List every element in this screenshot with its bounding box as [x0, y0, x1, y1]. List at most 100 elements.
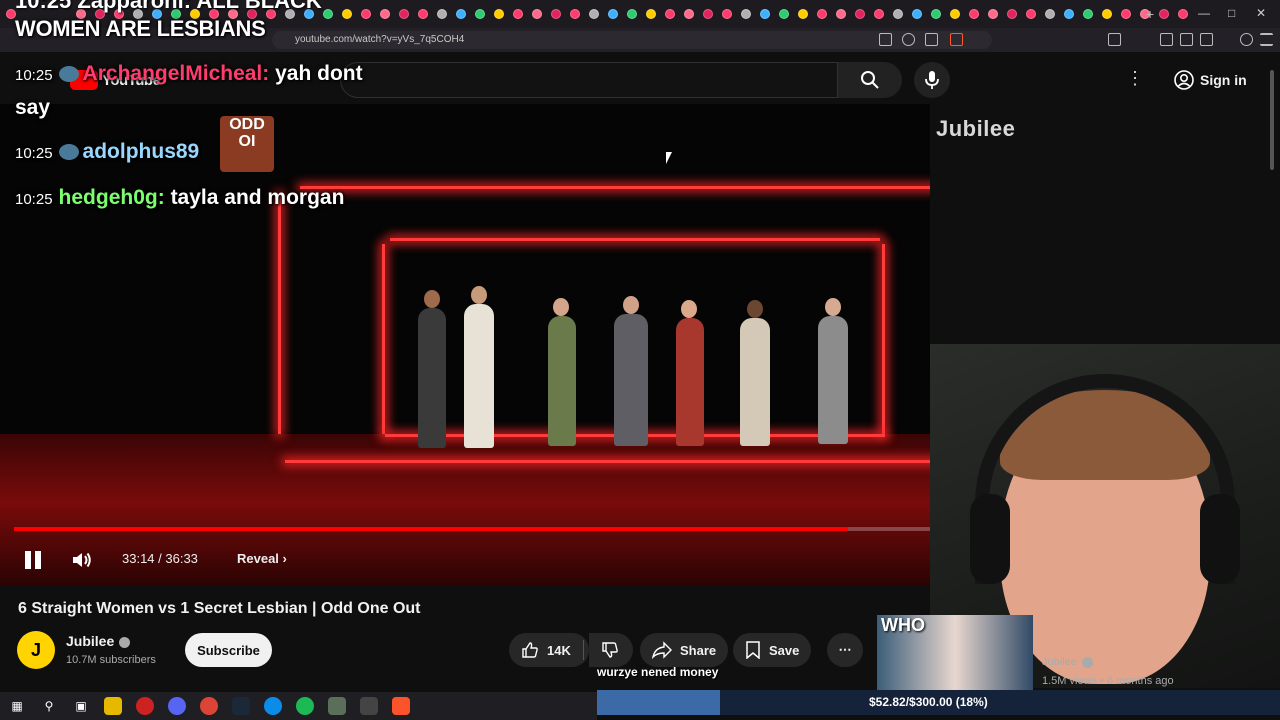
zoom-icon[interactable] [902, 33, 915, 46]
menu-icon[interactable] [1260, 33, 1273, 46]
video-player[interactable] [0, 104, 930, 586]
browser-tab[interactable] [380, 9, 390, 19]
browser-tab[interactable] [551, 9, 561, 19]
search-button[interactable] [838, 62, 902, 98]
browser-tab[interactable] [1178, 9, 1188, 19]
brave-shields-icon[interactable] [950, 33, 963, 46]
browser-tab[interactable] [1159, 9, 1169, 19]
browser-tab[interactable] [475, 9, 485, 19]
wallet-icon[interactable] [1200, 33, 1213, 46]
windows-start-icon[interactable]: ▦ [8, 697, 26, 715]
like-button[interactable]: 14K [509, 633, 589, 667]
browser-tab[interactable] [1064, 9, 1074, 19]
chat-line-title: WOMEN ARE LESBIANS [15, 16, 266, 41]
browser-tab[interactable] [1007, 9, 1017, 19]
browser-tab[interactable] [836, 9, 846, 19]
dislike-button[interactable] [589, 633, 633, 667]
browser-tab[interactable] [912, 9, 922, 19]
browser-tab[interactable] [1045, 9, 1055, 19]
channel-avatar[interactable]: J [17, 631, 55, 669]
browser-tab[interactable] [342, 9, 352, 19]
extensions-icon[interactable] [1108, 33, 1121, 46]
app-icon[interactable] [328, 697, 346, 715]
sidebar-icon[interactable] [1180, 33, 1193, 46]
steam-icon[interactable] [232, 697, 250, 715]
task-view-icon[interactable]: ▣ [72, 697, 90, 715]
maximize-icon[interactable]: □ [1228, 6, 1235, 20]
sign-in-button[interactable]: Sign in [1166, 66, 1255, 94]
browser-tab[interactable] [893, 9, 903, 19]
share-page-icon[interactable] [925, 33, 938, 46]
related-channel[interactable]: Jubilee [1042, 656, 1093, 668]
browser-tab[interactable] [684, 9, 694, 19]
chapter-button[interactable]: Reveal › [237, 551, 287, 566]
browser-tab[interactable] [817, 9, 827, 19]
browser-tab[interactable] [969, 9, 979, 19]
chrome-icon[interactable] [200, 697, 218, 715]
search-icon[interactable]: ⚲ [40, 697, 58, 715]
more-actions-button[interactable]: ⋯ [827, 633, 863, 667]
browser-tab[interactable] [589, 9, 599, 19]
page-scrollbar[interactable] [1268, 52, 1276, 692]
browser-tab[interactable] [1121, 9, 1131, 19]
app-icon[interactable] [136, 697, 154, 715]
browser-tab[interactable] [988, 9, 998, 19]
browser-tab[interactable] [950, 9, 960, 19]
obs-icon[interactable] [360, 697, 378, 715]
browser-tab[interactable] [798, 9, 808, 19]
search-icon [861, 71, 879, 89]
file-explorer-icon[interactable] [104, 697, 122, 715]
browser-tab[interactable] [323, 9, 333, 19]
browser-tab[interactable] [1083, 9, 1093, 19]
browser-tab[interactable] [513, 9, 523, 19]
browser-tab[interactable] [399, 9, 409, 19]
save-button[interactable]: Save [733, 633, 812, 667]
close-icon[interactable]: ✕ [1256, 6, 1266, 20]
share-button[interactable]: Share [640, 633, 729, 667]
more-options-icon[interactable]: ⋮ [1126, 68, 1144, 89]
browser-tab[interactable] [703, 9, 713, 19]
browser-tab[interactable] [741, 9, 751, 19]
cast-icon[interactable] [879, 33, 892, 46]
browser-tab[interactable] [570, 9, 580, 19]
browser-tab[interactable] [874, 9, 884, 19]
microphone-icon [925, 71, 939, 89]
browser-tab[interactable] [1026, 9, 1036, 19]
url-text[interactable]: youtube.com/watch?v=yVs_7q5COH4 [295, 34, 464, 45]
browser-tab[interactable] [931, 9, 941, 19]
browser-tab[interactable] [361, 9, 371, 19]
volume-button[interactable] [70, 548, 94, 572]
search-input[interactable] [340, 62, 838, 98]
channel-name[interactable]: Jubilee [66, 633, 131, 649]
browser-tab[interactable] [418, 9, 428, 19]
browser-tab[interactable] [646, 9, 656, 19]
pause-button[interactable] [22, 549, 44, 571]
chat-username: hedgeh0g: [58, 186, 165, 209]
browser-tab[interactable] [494, 9, 504, 19]
subscribe-button[interactable]: Subscribe [185, 633, 272, 667]
brave-icon[interactable] [392, 697, 410, 715]
discord-icon[interactable] [168, 697, 186, 715]
neon-right-inner [882, 244, 885, 434]
minimize-icon[interactable]: — [1198, 6, 1210, 20]
browser-tab[interactable] [855, 9, 865, 19]
browser-tab[interactable] [665, 9, 675, 19]
voice-search-button[interactable] [914, 62, 950, 98]
browser-tab[interactable] [456, 9, 466, 19]
media-icon[interactable] [1160, 33, 1173, 46]
browser-tab[interactable] [532, 9, 542, 19]
browser-tab[interactable] [1102, 9, 1112, 19]
related-thumbnail-text: WHO [881, 615, 925, 635]
new-tab-button[interactable]: + [1146, 6, 1154, 22]
browser-tab[interactable] [608, 9, 618, 19]
edge-icon[interactable] [264, 697, 282, 715]
browser-tab[interactable] [760, 9, 770, 19]
browser-tab[interactable] [779, 9, 789, 19]
scrollbar-thumb[interactable] [1270, 70, 1274, 170]
spotify-icon[interactable] [296, 697, 314, 715]
browser-tab[interactable] [627, 9, 637, 19]
vpn-icon[interactable] [1240, 33, 1253, 46]
browser-tab[interactable] [437, 9, 447, 19]
contestant-4 [614, 314, 648, 446]
browser-tab[interactable] [722, 9, 732, 19]
